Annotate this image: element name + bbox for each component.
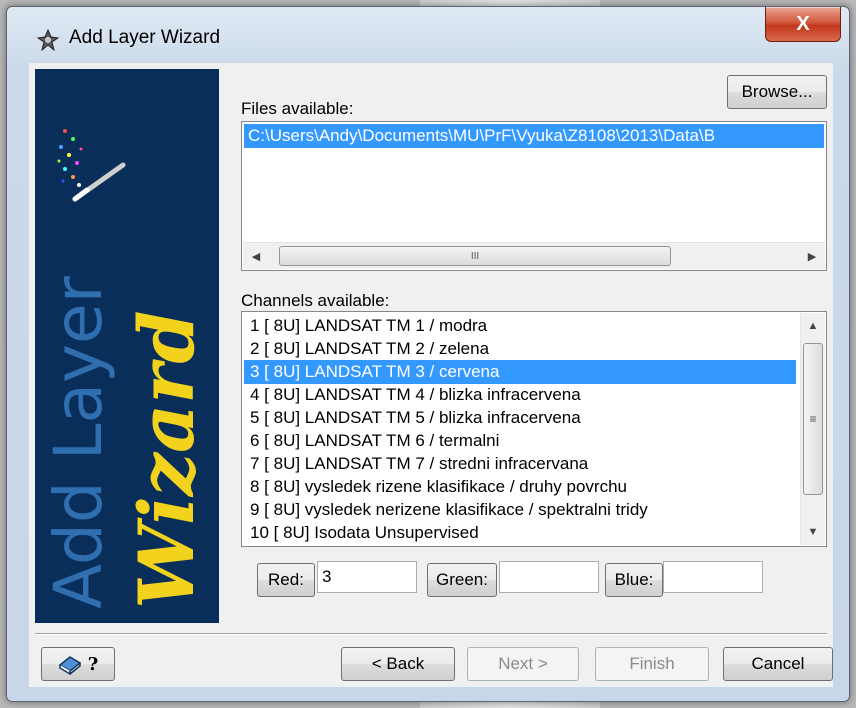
channels-available-label: Channels available: <box>241 291 390 310</box>
files-scroll-thumb[interactable]: III <box>279 246 671 266</box>
magic-wand-icon <box>57 129 126 202</box>
files-listbox[interactable]: C:\Users\Andy\Documents\MU\PrF\Vyuka\Z81… <box>241 121 827 271</box>
files-available-label: Files available: <box>241 99 354 118</box>
add-layer-wizard-window: Add Layer Wizard X Add Layer Wizard File… <box>6 6 850 702</box>
channels-vertical-scrollbar[interactable]: ▲ ≡ ▼ <box>800 313 825 545</box>
browse-button[interactable]: Browse... <box>727 75 827 109</box>
blue-button[interactable]: Blue: <box>605 563 663 597</box>
book-icon <box>58 656 82 675</box>
channel-item[interactable]: 8 [ 8U] vysledek rizene klasifikace / dr… <box>244 475 796 499</box>
red-channel-field[interactable] <box>317 561 417 593</box>
channel-item[interactable]: 10 [ 8U] Isodata Unsupervised <box>244 521 796 545</box>
green-button[interactable]: Green: <box>427 563 497 597</box>
scroll-left-arrow-icon[interactable]: ◀ <box>243 243 269 269</box>
scroll-up-arrow-icon[interactable]: ▲ <box>801 313 825 339</box>
channel-item[interactable]: 2 [ 8U] LANDSAT TM 2 / zelena <box>244 337 796 361</box>
channels-scroll-thumb[interactable]: ≡ <box>803 343 823 495</box>
next-button[interactable]: Next > <box>467 647 579 681</box>
red-button[interactable]: Red: <box>257 563 315 597</box>
cancel-button[interactable]: Cancel <box>723 647 833 681</box>
channel-item[interactable]: 7 [ 8U] LANDSAT TM 7 / stredni infracerv… <box>244 452 796 476</box>
close-button[interactable]: X <box>765 7 841 42</box>
channel-item-selected[interactable]: 3 [ 8U] LANDSAT TM 3 / cervena <box>244 360 796 384</box>
channel-item[interactable]: 5 [ 8U] LANDSAT TM 5 / blizka infracerve… <box>244 406 796 430</box>
wizard-banner-art: Add Layer Wizard <box>40 129 211 609</box>
green-channel-field[interactable] <box>499 561 599 593</box>
grip-icon: ≡ <box>809 412 817 426</box>
title-bar[interactable]: Add Layer Wizard X <box>7 7 849 65</box>
scroll-down-arrow-icon[interactable]: ▼ <box>801 519 825 545</box>
channel-item[interactable]: 4 [ 8U] LANDSAT TM 4 / blizka infracerve… <box>244 383 796 407</box>
help-button[interactable]: ? <box>41 647 115 681</box>
banner-text-wizard: Wizard <box>122 311 211 609</box>
help-question-icon: ? <box>87 653 99 675</box>
banner-text-add-layer: Add Layer <box>40 275 117 609</box>
close-icon: X <box>796 12 810 35</box>
wizard-banner: Add Layer Wizard <box>35 69 219 623</box>
blue-channel-field[interactable] <box>663 561 763 593</box>
channel-item[interactable]: 1 [ 8U] LANDSAT TM 1 / modra <box>244 314 796 338</box>
back-button[interactable]: < Back <box>341 647 455 681</box>
footer-separator <box>35 633 827 635</box>
channel-item[interactable]: 9 [ 8U] vysledek nerizene klasifikace / … <box>244 498 796 522</box>
scroll-right-arrow-icon[interactable]: ▶ <box>799 243 825 269</box>
wizard-client-area: Add Layer Wizard Files available: Browse… <box>29 63 833 687</box>
channels-listbox[interactable]: 1 [ 8U] LANDSAT TM 1 / modra 2 [ 8U] LAN… <box>241 311 827 547</box>
channel-item[interactable]: 6 [ 8U] LANDSAT TM 6 / termalni <box>244 429 796 453</box>
file-item[interactable]: C:\Users\Andy\Documents\MU\PrF\Vyuka\Z81… <box>244 124 824 148</box>
finish-button[interactable]: Finish <box>595 647 709 681</box>
window-title: Add Layer Wizard <box>69 27 221 48</box>
app-icon <box>37 29 59 51</box>
grip-icon: III <box>470 250 480 262</box>
files-horizontal-scrollbar[interactable]: ◀ III ▶ <box>243 242 825 269</box>
